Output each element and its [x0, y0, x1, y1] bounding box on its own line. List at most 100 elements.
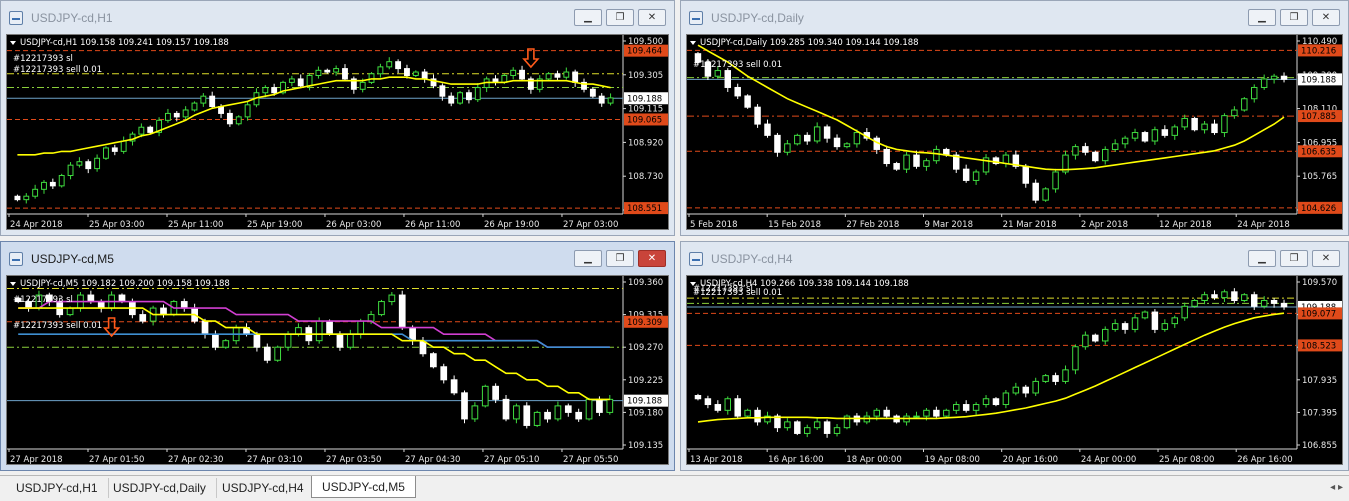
candle-body — [481, 385, 489, 407]
minimize-button[interactable]: ▁ — [574, 250, 602, 267]
restore-button[interactable]: ❐ — [606, 9, 634, 26]
time-tick-label: 27 Apr 03:10 — [247, 455, 302, 465]
price-chart-area[interactable]: 109.500109.305109.115108.920108.730108.5… — [6, 34, 669, 230]
price-tick-label: 109.225 — [628, 376, 663, 386]
candle-body — [754, 409, 761, 423]
minimize-button[interactable]: ▁ — [1248, 250, 1276, 267]
candle-body — [1022, 386, 1029, 394]
tab-usdjpy-m5[interactable]: USDJPY-cd,M5 — [311, 476, 416, 498]
candle-body — [923, 160, 930, 167]
time-tick-label: 26 Apr 19:00 — [484, 220, 539, 230]
chart-window-daily[interactable]: USDJPY-cd,Daily ▁ ❐ ✕ 110.490109.300108.… — [680, 0, 1349, 236]
tab-scroll-arrows-icon[interactable]: ◂ ▸ — [1330, 482, 1343, 493]
candle-body — [1072, 146, 1079, 156]
window-titlebar[interactable]: USDJPY-cd,M5 ▁ ❐ ✕ — [1, 242, 674, 275]
window-title: USDJPY-cd,H4 — [711, 251, 793, 266]
minimize-button[interactable]: ▁ — [574, 9, 602, 26]
candle-body — [1131, 317, 1139, 330]
candle-body — [1012, 386, 1020, 394]
time-tick-label: 18 Apr 00:00 — [846, 455, 901, 465]
restore-button[interactable]: ❐ — [606, 250, 634, 267]
candle-body — [14, 195, 21, 201]
candle-body — [94, 157, 101, 170]
candle-body — [1082, 146, 1089, 153]
price-tick-label: 107.935 — [1302, 376, 1337, 386]
candle-body — [191, 102, 198, 111]
price-tick-label: 109.115 — [628, 105, 663, 115]
price-chart-area[interactable]: 109.360 109.315 109.270 109.225 109.180 109.1… — [6, 275, 669, 465]
candle-body — [1052, 171, 1059, 190]
candle-body — [386, 61, 393, 68]
price-chart-area[interactable]: 110.490109.300108.110106.955105.765104.5… — [686, 34, 1343, 230]
candle-body — [295, 327, 302, 335]
price-chart-h4[interactable]: 109.570109.015108.475107.935107.395106.8… — [687, 276, 1343, 465]
chart-window-h4[interactable]: USDJPY-cd,H4 ▁ ❐ ✕ 109.570109.015108.475… — [680, 241, 1349, 471]
candle-body — [545, 73, 552, 80]
candle-body — [804, 134, 811, 142]
tab-usdjpy-h4[interactable]: USDJPY-cd,H4 — [212, 478, 315, 498]
candle-body — [222, 340, 230, 348]
time-tick-label: 26 Apr 16:00 — [1237, 455, 1292, 465]
candle-body — [1251, 294, 1258, 307]
window-title: USDJPY-cd,M5 — [31, 251, 114, 266]
price-chart-m5[interactable]: 109.360109.315109.270109.225109.180109.1… — [7, 276, 669, 465]
candle-body — [342, 68, 348, 80]
candle-body — [1201, 123, 1208, 131]
candle-body — [1270, 75, 1278, 80]
candle-body — [1151, 311, 1159, 330]
candle-body — [585, 398, 593, 420]
tab-usdjpy-daily[interactable]: USDJPY-cd,Daily — [103, 478, 217, 498]
candle-body — [1131, 132, 1139, 139]
candle-body — [315, 320, 323, 342]
candle-body — [962, 168, 970, 181]
candle-body — [1121, 323, 1129, 330]
close-button[interactable]: ✕ — [638, 9, 666, 26]
candle-body — [1211, 294, 1218, 299]
candle-body — [180, 301, 188, 309]
time-tick-label: 24 Apr 2018 — [10, 220, 63, 230]
candle-body — [164, 112, 171, 121]
minimize-button[interactable]: ▁ — [1248, 9, 1276, 26]
candle-body — [448, 95, 455, 104]
candle-body — [1241, 294, 1248, 301]
restore-button[interactable]: ❐ — [1280, 250, 1308, 267]
time-tick-label: 25 Apr 11:00 — [168, 220, 223, 230]
price-chart-area[interactable]: 109.570109.015108.475107.935107.395106.8… — [686, 275, 1343, 465]
candle-body — [209, 95, 216, 108]
candle-body — [794, 134, 801, 145]
price-chart-daily[interactable]: 110.490109.300108.110106.955105.765104.5… — [687, 35, 1343, 230]
candle-body — [212, 333, 219, 348]
time-tick-label: 27 Feb 2018 — [846, 220, 899, 230]
candle-body — [412, 71, 419, 76]
close-button[interactable]: ✕ — [1312, 250, 1340, 267]
price-tick-label: 109.270 — [628, 343, 663, 353]
candle-body — [450, 379, 458, 394]
candle-body — [724, 398, 731, 411]
time-tick-label: 26 Apr 03:00 — [326, 220, 381, 230]
chart-window-icon — [9, 251, 23, 266]
candle-body — [1022, 165, 1029, 184]
chart-menu-triangle-icon — [10, 41, 16, 45]
price-chart-h1[interactable]: 109.500109.305109.115108.920108.730108.5… — [7, 35, 669, 230]
close-button[interactable]: ✕ — [638, 250, 666, 267]
close-button[interactable]: ✕ — [1312, 9, 1340, 26]
candle-body — [474, 87, 481, 101]
candle-body — [714, 70, 722, 77]
time-tick-label: 2 Apr 2018 — [1081, 220, 1128, 230]
chart-window-icon — [9, 10, 23, 25]
candle-body — [404, 68, 410, 76]
chart-window-m5[interactable]: USDJPY-cd,M5 ▁ ❐ ✕ 109.360 109.315 109.270… — [0, 241, 675, 471]
chart-window-icon — [689, 251, 703, 266]
order-label: #12217393 sell 0.01 — [13, 321, 102, 331]
candle-body — [120, 140, 127, 152]
chart-window-h1[interactable]: USDJPY-cd,H1 ▁ ❐ ✕ 109.500 109.305 109.115… — [0, 0, 675, 236]
symbol-ohlc-info: USDJPY-cd,H1 109.158 109.241 109.157 109… — [20, 38, 229, 48]
tab-usdjpy-h1[interactable]: USDJPY-cd,H1 — [6, 478, 109, 498]
restore-button[interactable]: ❐ — [1280, 9, 1308, 26]
candle-body — [873, 409, 880, 417]
window-titlebar[interactable]: USDJPY-cd,Daily ▁ ❐ ✕ — [681, 1, 1348, 34]
price-tag-label: 106.635 — [1301, 147, 1336, 157]
window-titlebar[interactable]: USDJPY-cd,H4 ▁ ❐ ✕ — [681, 242, 1348, 275]
window-titlebar[interactable]: USDJPY-cd,H1 ▁ ❐ ✕ — [1, 1, 674, 34]
candle-body — [326, 320, 333, 335]
